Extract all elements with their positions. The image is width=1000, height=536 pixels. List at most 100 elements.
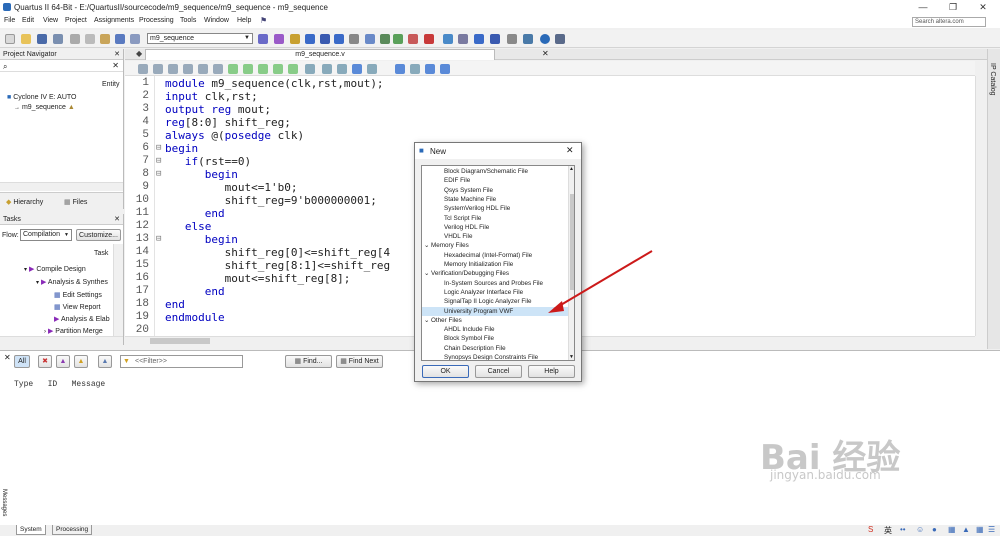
comment-icon[interactable] bbox=[228, 64, 238, 74]
tasks-vscroll[interactable] bbox=[113, 244, 123, 336]
scroll-down-icon[interactable]: ▼ bbox=[569, 354, 574, 360]
insert-template-icon[interactable] bbox=[258, 64, 268, 74]
tasks-close-icon[interactable]: ✕ bbox=[114, 215, 120, 223]
editor-vscroll[interactable] bbox=[975, 76, 987, 336]
microphone-icon[interactable]: ● bbox=[932, 525, 937, 534]
ok-button[interactable]: OK bbox=[422, 365, 469, 378]
help-icon[interactable] bbox=[540, 34, 550, 44]
cut-icon[interactable] bbox=[70, 34, 80, 44]
menu-assignments[interactable]: Assignments bbox=[94, 17, 134, 24]
tab-m9-sequence[interactable]: m9_sequence.v bbox=[145, 49, 495, 60]
scroll-up-icon[interactable]: ▲ bbox=[569, 166, 574, 172]
tab-files[interactable]: ▦ Files bbox=[64, 198, 87, 206]
filter-info-button[interactable]: ▲ bbox=[98, 355, 112, 368]
compile-icon[interactable] bbox=[365, 34, 375, 44]
save-all-icon[interactable] bbox=[53, 34, 63, 44]
netlist-viewer-icon[interactable] bbox=[320, 34, 330, 44]
outdent-icon[interactable] bbox=[183, 64, 193, 74]
collapse-icon[interactable]: ⌄ bbox=[424, 269, 429, 278]
filter-warning-button[interactable]: ▲ bbox=[74, 355, 88, 368]
word-wrap-icon[interactable] bbox=[352, 64, 362, 74]
ime-mode-icon[interactable]: 英 bbox=[884, 525, 892, 536]
menu-view[interactable]: View bbox=[43, 17, 58, 24]
tab-processing[interactable]: Processing bbox=[52, 525, 93, 535]
assembler-icon[interactable] bbox=[443, 34, 453, 44]
menu-project[interactable]: Project bbox=[65, 17, 87, 24]
collapse-icon[interactable]: ⌄ bbox=[424, 241, 429, 250]
filter-critical-button[interactable]: ▲ bbox=[56, 355, 70, 368]
file-type-item[interactable]: Verilog HDL File bbox=[422, 223, 568, 232]
open-file-icon[interactable] bbox=[138, 64, 148, 74]
help-button[interactable]: Help bbox=[528, 365, 575, 378]
scroll-thumb[interactable] bbox=[150, 338, 210, 344]
rtl-simulation-icon[interactable] bbox=[458, 34, 468, 44]
platform-icon[interactable] bbox=[523, 34, 533, 44]
navigator-hscroll[interactable] bbox=[0, 182, 123, 191]
new-file-icon[interactable] bbox=[5, 34, 15, 44]
panel-close-icon[interactable]: ✕ bbox=[4, 353, 11, 362]
design-partition-icon[interactable] bbox=[305, 34, 315, 44]
save-icon[interactable] bbox=[37, 34, 47, 44]
detach-icon[interactable] bbox=[440, 64, 450, 74]
split-icon[interactable] bbox=[410, 64, 420, 74]
collapse-icon[interactable]: ⌄ bbox=[424, 316, 429, 325]
whitespace-icon[interactable] bbox=[337, 64, 347, 74]
tasks-hscroll[interactable] bbox=[0, 336, 123, 345]
device-item[interactable]: ■ Cyclone IV E: AUTO bbox=[7, 94, 76, 101]
flow-select[interactable]: Compilation ▼ bbox=[20, 229, 72, 241]
customize-button[interactable]: Customize... bbox=[76, 229, 121, 241]
file-type-item[interactable]: VHDL File bbox=[422, 232, 568, 241]
minimize-icon[interactable]: — bbox=[910, 0, 936, 14]
file-type-item[interactable]: EDIF File bbox=[422, 176, 568, 185]
template-icon[interactable] bbox=[213, 64, 223, 74]
revision-select[interactable]: m9_sequence ▼ bbox=[147, 33, 253, 44]
file-type-item[interactable]: Chain Description File bbox=[422, 344, 568, 353]
cancel-button[interactable]: Cancel bbox=[475, 365, 522, 378]
filter-error-button[interactable]: ✖ bbox=[38, 355, 52, 368]
find-icon[interactable] bbox=[153, 64, 163, 74]
tab-close-icon[interactable]: ✕ bbox=[542, 49, 549, 58]
filter-all-button[interactable]: All bbox=[14, 355, 30, 368]
line-numbers-icon[interactable] bbox=[322, 64, 332, 74]
file-type-item[interactable]: SystemVerilog HDL File bbox=[422, 204, 568, 213]
task-partition-merge[interactable]: › ▶ Partition Merge bbox=[44, 327, 103, 335]
file-type-item[interactable]: Block Symbol File bbox=[422, 334, 568, 343]
entity-item[interactable]: → m9_sequence ▲ bbox=[14, 104, 75, 111]
punctuation-icon[interactable]: •• bbox=[900, 525, 906, 534]
indent-icon[interactable] bbox=[168, 64, 178, 74]
undo-icon[interactable] bbox=[115, 34, 125, 44]
messages-side-tab[interactable]: Messages bbox=[0, 489, 10, 524]
menu-processing[interactable]: Processing bbox=[139, 17, 174, 24]
timing-analyzer-icon[interactable] bbox=[408, 34, 418, 44]
file-type-item[interactable]: Block Diagram/Schematic File bbox=[422, 167, 568, 176]
file-type-item[interactable]: Tcl Script File bbox=[422, 214, 568, 223]
task-view-report[interactable]: ▦ View Report bbox=[54, 303, 101, 311]
ip-catalog-sidebar[interactable]: IP Catalog bbox=[987, 49, 1000, 349]
toolbox-icon[interactable]: ▦ bbox=[976, 525, 984, 534]
tab-system[interactable]: System bbox=[16, 525, 46, 535]
paste-icon[interactable] bbox=[100, 34, 110, 44]
toggle-icon[interactable] bbox=[305, 64, 315, 74]
menu-icon[interactable]: ☰ bbox=[988, 525, 995, 534]
fold-icon[interactable]: ⊟ bbox=[156, 169, 161, 179]
analysis-icon[interactable] bbox=[380, 34, 390, 44]
dialog-close-icon[interactable]: ✕ bbox=[566, 145, 574, 156]
goto-line-icon[interactable] bbox=[395, 64, 405, 74]
pin-planner-icon[interactable] bbox=[274, 34, 284, 44]
emoji-icon[interactable]: ☺ bbox=[916, 525, 924, 534]
fold-icon[interactable]: ⊟ bbox=[156, 234, 161, 244]
tab-list-icon[interactable]: ◆ bbox=[136, 49, 142, 58]
file-type-item[interactable]: AHDL Include File bbox=[422, 325, 568, 334]
create-symbol-icon[interactable] bbox=[273, 64, 283, 74]
tab-hierarchy[interactable]: ◆ Hierarchy bbox=[6, 198, 43, 206]
rtl-viewer-icon[interactable] bbox=[334, 34, 344, 44]
find-button[interactable]: ▦ Find... bbox=[285, 355, 332, 368]
uncomment-icon[interactable] bbox=[243, 64, 253, 74]
task-edit-settings[interactable]: ▦ Edit Settings bbox=[54, 291, 102, 299]
file-type-item[interactable]: Qsys System File bbox=[422, 186, 568, 195]
help-pointer-icon[interactable]: ⚑ bbox=[260, 16, 267, 25]
redo-icon[interactable] bbox=[130, 34, 140, 44]
gate-simulation-icon[interactable] bbox=[490, 34, 500, 44]
maximize-icon[interactable]: ❐ bbox=[940, 0, 966, 14]
ime-icon[interactable]: S bbox=[868, 525, 873, 534]
